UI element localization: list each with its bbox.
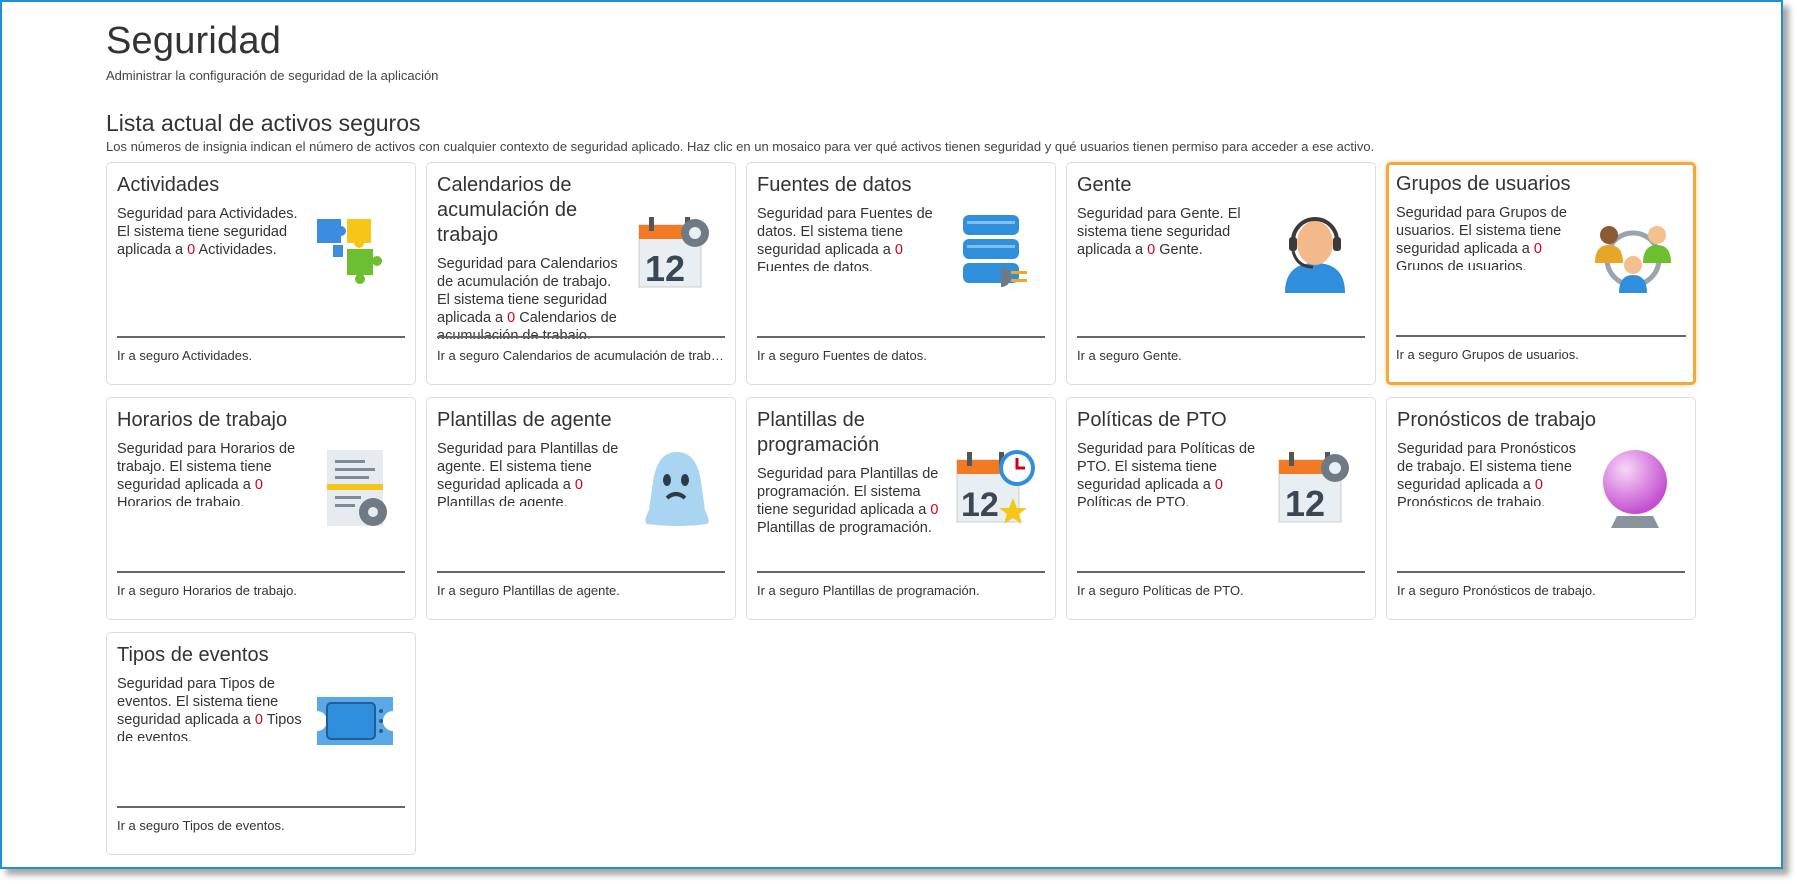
tile-description: Seguridad para Plantillas de agente. El …: [437, 441, 619, 506]
tile-description: Seguridad para Tipos de eventos. El sist…: [117, 676, 302, 741]
tile-link[interactable]: Ir a seguro Pronósticos de trabajo.: [1397, 583, 1685, 598]
divider: [117, 806, 405, 808]
divider: [757, 336, 1045, 338]
tile-horarios-de-trabajo[interactable]: Horarios de trabajo Seguridad para Horar…: [106, 397, 416, 620]
page-title: Seguridad: [106, 20, 282, 62]
calendar-gear-icon: 12: [1273, 446, 1357, 530]
user-group-icon: [1591, 213, 1675, 297]
tile-fuentes-de-datos[interactable]: Fuentes de datos Seguridad para Fuentes …: [746, 162, 1056, 385]
tile-link[interactable]: Ir a seguro Tipos de eventos.: [117, 818, 405, 833]
app-window: Seguridad Administrar la configuración d…: [0, 0, 1783, 869]
secured-count: 0: [1214, 477, 1223, 493]
divider: [1397, 571, 1685, 573]
tile-link[interactable]: Ir a seguro Fuentes de datos.: [757, 348, 1045, 363]
tile-link[interactable]: Ir a seguro Actividades.: [117, 348, 405, 363]
tile-description: Seguridad para Pronósticos de trabajo. E…: [1397, 441, 1576, 506]
divider: [1077, 571, 1365, 573]
secured-count: 0: [507, 310, 516, 326]
tile-title: Pronósticos de trabajo: [1397, 409, 1597, 431]
section-title: Lista actual de activos seguros: [106, 110, 421, 136]
tile-title: Plantillas de agente: [437, 409, 612, 431]
tile-plantillas-de-programacion[interactable]: Plantillas de programación Seguridad par…: [746, 397, 1056, 620]
tile-calendarios[interactable]: Calendarios de acumulación de trabajo Se…: [426, 162, 736, 385]
tile-description: Seguridad para Grupos de usuarios. El si…: [1396, 205, 1567, 270]
tile-title: Grupos de usuarios: [1396, 173, 1571, 195]
secured-count: 0: [930, 502, 939, 518]
calendar-clock-icon: 12: [953, 446, 1037, 530]
divider: [1077, 336, 1365, 338]
tile-link[interactable]: Ir a seguro Plantillas de agente.: [437, 583, 725, 598]
tile-title: Plantillas de programación: [757, 409, 880, 456]
puzzle-icon: [313, 211, 397, 295]
main-content: Seguridad Administrar la configuración d…: [106, 16, 1706, 855]
ghost-icon: [633, 446, 717, 530]
page-subtitle: Administrar la configuración de segurida…: [106, 68, 439, 83]
svg-text:12: 12: [961, 486, 999, 524]
tile-grupos-de-usuarios[interactable]: Grupos de usuarios Seguridad para Grupos…: [1386, 162, 1696, 385]
tile-plantillas-de-agente[interactable]: Plantillas de agente Seguridad para Plan…: [426, 397, 736, 620]
secured-count: 0: [1533, 241, 1542, 257]
divider: [757, 571, 1045, 573]
divider: [117, 336, 405, 338]
headset-person-icon: [1273, 211, 1357, 295]
secured-count: 0: [894, 242, 903, 258]
calendar-gear-icon: 12: [633, 211, 717, 295]
tile-link[interactable]: Ir a seguro Horarios de trabajo.: [117, 583, 405, 598]
svg-text:12: 12: [645, 248, 685, 289]
tile-description: Seguridad para Actividades. El sistema t…: [117, 206, 298, 258]
secured-count: 0: [1147, 242, 1156, 258]
tile-title: Gente: [1077, 174, 1132, 196]
tile-link[interactable]: Ir a seguro Políticas de PTO.: [1077, 583, 1365, 598]
secured-count: 0: [254, 712, 263, 728]
tile-title: Horarios de trabajo: [117, 409, 288, 431]
tile-title: Actividades: [117, 174, 220, 196]
divider: [437, 571, 725, 573]
secured-count: 0: [254, 477, 263, 493]
secured-count: 0: [1534, 477, 1543, 493]
tile-description: Seguridad para Gente. El sistema tiene s…: [1077, 206, 1241, 258]
tile-description: Seguridad para Calendarios de acumulació…: [437, 256, 618, 339]
asset-tile-grid: Actividades Seguridad para Actividades. …: [106, 162, 1706, 855]
secured-count: 0: [574, 477, 583, 493]
crystal-ball-icon: [1593, 446, 1677, 530]
tile-description: Seguridad para Plantillas de programació…: [757, 466, 939, 536]
tile-politicas-de-pto[interactable]: Políticas de PTO Seguridad para Política…: [1066, 397, 1376, 620]
tile-link[interactable]: Ir a seguro Grupos de usuarios.: [1396, 347, 1683, 362]
tile-title: Políticas de PTO: [1077, 409, 1227, 431]
tile-actividades[interactable]: Actividades Seguridad para Actividades. …: [106, 162, 416, 385]
tile-description: Seguridad para Políticas de PTO. El sist…: [1077, 441, 1256, 506]
schedule-gear-icon: [313, 446, 397, 530]
tile-tipos-de-eventos[interactable]: Tipos de eventos Seguridad para Tipos de…: [106, 632, 416, 855]
divider: [437, 336, 725, 338]
tile-title: Calendarios de acumulación de trabajo: [437, 174, 578, 246]
tile-description: Seguridad para Fuentes de datos. El sist…: [757, 206, 933, 271]
tile-description: Seguridad para Horarios de trabajo. El s…: [117, 441, 296, 506]
tile-link[interactable]: Ir a seguro Calendarios de acumulación d…: [437, 348, 725, 363]
tile-link[interactable]: Ir a seguro Plantillas de programación.: [757, 583, 1045, 598]
divider: [117, 571, 405, 573]
svg-text:12: 12: [1285, 483, 1325, 524]
database-plug-icon: [953, 211, 1037, 295]
tile-pronosticos-de-trabajo[interactable]: Pronósticos de trabajo Seguridad para Pr…: [1386, 397, 1696, 620]
tile-gente[interactable]: Gente Seguridad para Gente. El sistema t…: [1066, 162, 1376, 385]
tile-title: Fuentes de datos: [757, 174, 912, 196]
secured-count: 0: [187, 242, 196, 258]
tile-link[interactable]: Ir a seguro Gente.: [1077, 348, 1365, 363]
divider: [1396, 335, 1686, 337]
ticket-icon: [313, 681, 397, 765]
section-description: Los números de insignia indican el númer…: [106, 139, 1375, 154]
tile-title: Tipos de eventos: [117, 644, 269, 666]
